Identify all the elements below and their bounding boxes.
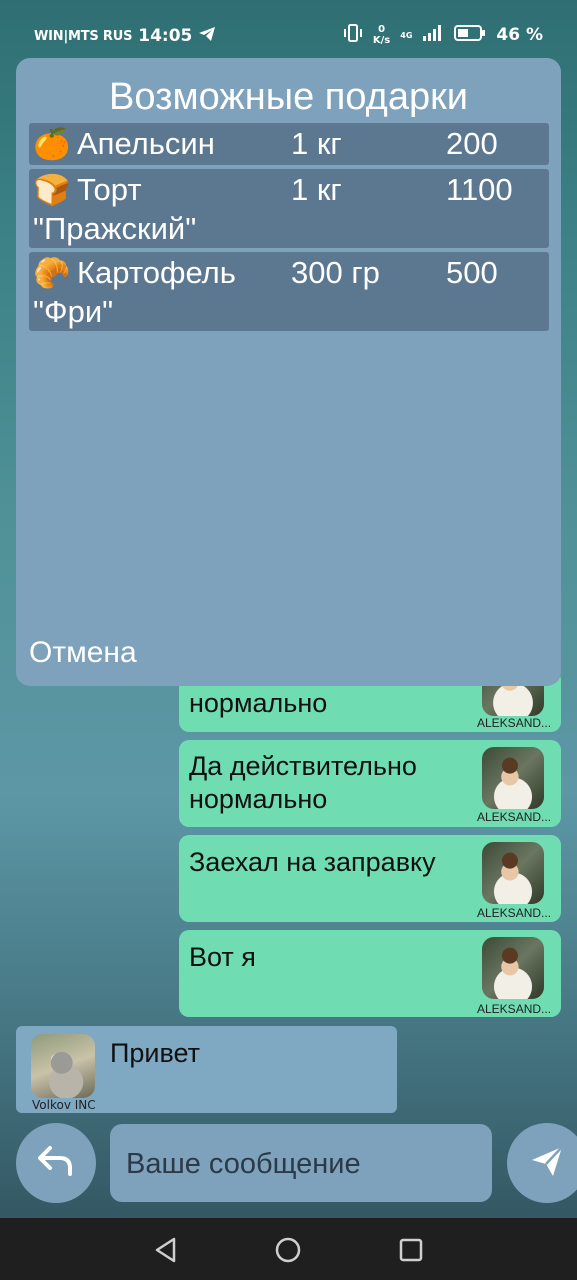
avatar[interactable] xyxy=(482,842,544,904)
gift-price: 200 xyxy=(446,126,498,161)
gift-name: 🍞 Торт "Пражский" xyxy=(33,171,293,248)
sender-name: ALEKSAND... xyxy=(477,716,552,730)
signal-icon xyxy=(422,24,444,46)
croissant-icon: 🥐 xyxy=(33,257,71,290)
gifts-dialog: Возможные подарки 🍊 Апельсин 1 кг 200 🍞 То… xyxy=(16,58,561,686)
telegram-icon xyxy=(198,27,216,45)
message-input[interactable]: Ваше сообщение xyxy=(110,1124,492,1202)
gift-price: 1100 xyxy=(446,172,513,207)
vibrate-icon xyxy=(343,24,363,46)
gift-row[interactable]: 🍊 Апельсин 1 кг 200 xyxy=(29,123,549,165)
gift-name: 🍊 Апельсин xyxy=(33,125,293,164)
battery-icon xyxy=(454,24,486,46)
send-icon xyxy=(529,1143,565,1183)
status-left: WIN|MTS RUS 14:05 xyxy=(34,26,216,46)
message-text: нормально xyxy=(189,688,328,718)
gift-row[interactable]: 🍞 Торт "Пражский" 1 кг 1100 xyxy=(29,169,549,248)
avatar[interactable] xyxy=(482,747,544,809)
bread-icon: 🍞 xyxy=(33,174,71,207)
gift-price: 500 xyxy=(446,255,498,290)
incoming-message[interactable]: Volkov INC Привет xyxy=(16,1026,397,1113)
avatar[interactable] xyxy=(31,1034,95,1098)
message-bubble[interactable]: Да действительно нормально ALEKSAND... xyxy=(179,740,561,827)
battery-percent: 46 % xyxy=(496,25,543,45)
avatar[interactable] xyxy=(482,937,544,999)
sender-name: Volkov INC xyxy=(32,1098,96,1112)
reply-button[interactable] xyxy=(16,1123,96,1203)
system-nav-bar xyxy=(0,1218,577,1280)
gift-row[interactable]: 🥐 Картофель "Фри" 300 гр 500 xyxy=(29,252,549,331)
sender-name: ALEKSAND... xyxy=(477,906,552,920)
reply-icon xyxy=(36,1144,76,1182)
message-text: Заехал на заправку xyxy=(189,847,436,877)
message-text: Да действительно нормально xyxy=(189,751,417,814)
clock: 14:05 xyxy=(138,26,193,46)
gift-qty: 1 кг xyxy=(291,126,342,161)
status-right: 0 K/s 4G 46 % xyxy=(343,24,543,46)
gift-name: 🥐 Картофель "Фри" xyxy=(33,254,293,331)
net-speed: 0 K/s xyxy=(373,24,390,46)
net-speed-value: 0 xyxy=(378,24,386,35)
cancel-button[interactable]: Отмена xyxy=(29,636,137,670)
carrier-label: WIN|MTS RUS xyxy=(34,28,133,44)
gift-qty: 1 кг xyxy=(291,172,342,207)
status-bar: WIN|MTS RUS 14:05 0 K/s 4G 46 % xyxy=(0,0,577,60)
back-nav-button[interactable] xyxy=(152,1236,180,1264)
send-button[interactable] xyxy=(507,1123,577,1203)
net-speed-unit: K/s xyxy=(372,35,391,46)
orange-icon: 🍊 xyxy=(33,128,71,161)
message-text: Привет xyxy=(110,1038,201,1068)
message-bubble[interactable]: Вот я ALEKSAND... xyxy=(179,930,561,1017)
recents-nav-button[interactable] xyxy=(397,1236,425,1264)
home-nav-button[interactable] xyxy=(274,1236,302,1264)
dialog-title: Возможные подарки xyxy=(109,76,468,118)
sender-name: ALEKSAND... xyxy=(477,1002,552,1016)
gift-name-text: Апельсин xyxy=(77,126,215,161)
sender-name: ALEKSAND... xyxy=(477,810,552,824)
message-text: Вот я xyxy=(189,942,256,972)
network-type: 4G xyxy=(400,30,413,40)
gift-qty: 300 гр xyxy=(291,255,380,290)
message-bubble[interactable]: Заехал на заправку ALEKSAND... xyxy=(179,835,561,922)
